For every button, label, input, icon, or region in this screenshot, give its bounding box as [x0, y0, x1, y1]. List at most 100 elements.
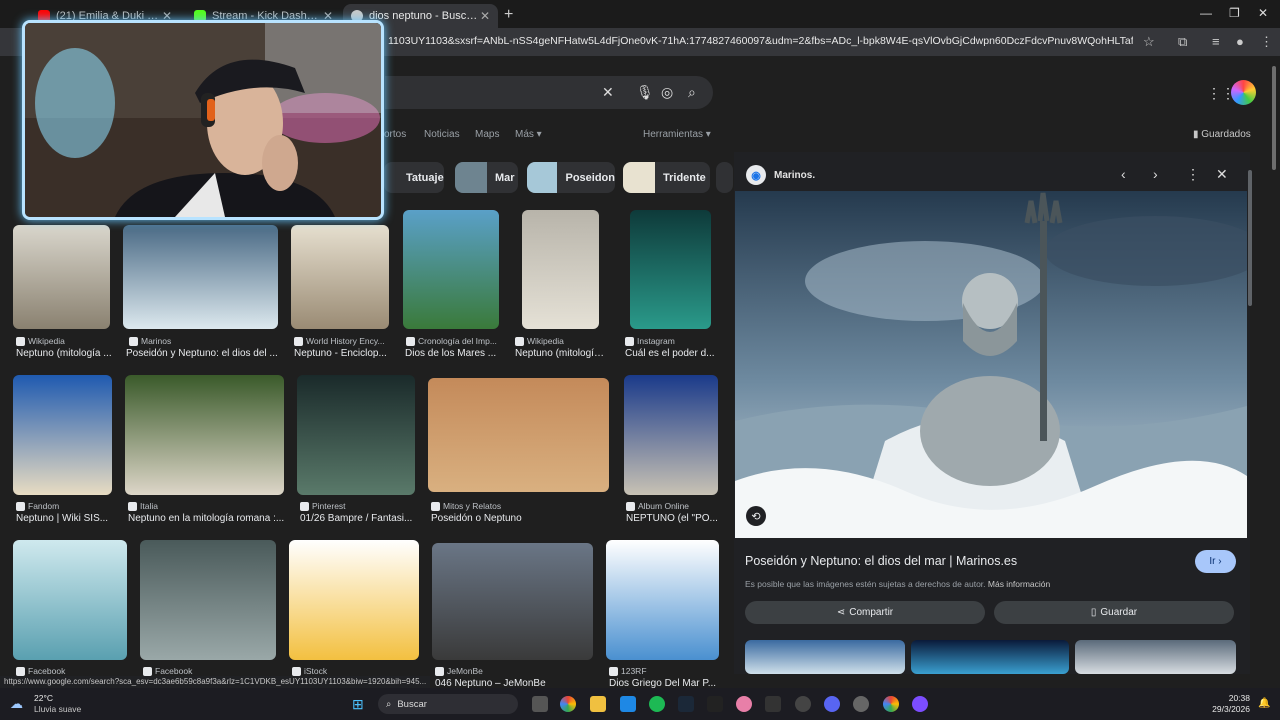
menu-icon[interactable]: ⋮ [1260, 34, 1273, 50]
taskbar-search-label: Buscar [397, 698, 427, 710]
result-image[interactable] [403, 210, 499, 329]
chrome-icon[interactable] [560, 696, 576, 712]
result-image[interactable] [125, 375, 284, 495]
result-image[interactable] [13, 225, 110, 329]
result-image[interactable] [624, 375, 718, 495]
lens-search-icon[interactable]: ⟲ [746, 506, 766, 526]
bookmark-star-icon[interactable]: ☆ [1143, 34, 1155, 50]
clock-date[interactable]: 29/3/2026 [1206, 704, 1250, 714]
discord-icon[interactable] [824, 696, 840, 712]
chip-label: Tatuaje [406, 171, 444, 184]
result-caption[interactable]: NEPTUNO (el "PO... [626, 513, 722, 524]
result-image[interactable] [630, 210, 711, 329]
previous-image-icon[interactable]: ‹ [1121, 166, 1126, 182]
tab-shorts[interactable]: ortos [384, 129, 406, 140]
more-options-icon[interactable]: ⋮ [1186, 166, 1200, 183]
maximize-button[interactable]: ❐ [1229, 6, 1240, 20]
result-caption[interactable]: Poseidón o Neptuno [431, 513, 607, 524]
store-icon[interactable] [620, 696, 636, 712]
spotify-icon[interactable] [649, 696, 665, 712]
preview-image[interactable] [735, 191, 1247, 538]
result-source: Italia [128, 501, 286, 511]
windows-start-icon[interactable]: ⊞ [352, 696, 368, 712]
result-image[interactable] [291, 225, 389, 329]
bookmark-icon: ▯ [1090, 607, 1097, 618]
result-image[interactable] [13, 375, 112, 495]
file-explorer-icon[interactable] [590, 696, 606, 712]
result-caption[interactable]: Neptuno | Wiki SIS... [16, 513, 116, 524]
lens-icon[interactable]: ◎ [661, 84, 673, 101]
result-caption[interactable]: Dios de los Mares ... [405, 348, 501, 359]
tab-maps[interactable]: Maps [475, 129, 499, 140]
tab-mas[interactable]: Más ▾ [515, 129, 542, 140]
result-caption[interactable]: Cuál es el poder d... [625, 348, 717, 359]
result-image[interactable] [432, 543, 593, 660]
panel-title[interactable]: Poseidón y Neptuno: el dios del mar | Ma… [745, 554, 1017, 568]
share-button[interactable]: ⋖ Compartir [745, 601, 985, 624]
result-caption[interactable]: Poseidón y Neptuno: el dios del ... [126, 348, 281, 359]
chrome-active-icon[interactable] [883, 696, 899, 712]
close-tab-icon[interactable]: ✕ [480, 9, 490, 23]
result-caption[interactable]: Neptuno (mitología... [515, 348, 607, 359]
app-icon[interactable] [853, 696, 869, 712]
result-image[interactable] [428, 378, 609, 492]
related-image[interactable] [911, 640, 1069, 674]
saved-button[interactable]: ▮ Guardados [1193, 129, 1251, 140]
result-image[interactable] [140, 540, 276, 660]
voice-search-icon[interactable]: 🎙 [636, 84, 654, 101]
result-source: Album Online [626, 501, 722, 511]
url-text[interactable]: 1103UY1103&sxsrf=ANbL-nSS4geNFHatw5L4dFj… [388, 35, 1133, 47]
result-caption[interactable]: Neptuno en la mitología romana :... [128, 513, 286, 524]
save-button[interactable]: ▯ Guardar [994, 601, 1234, 624]
reading-list-icon[interactable]: ≡ [1212, 34, 1220, 49]
result-caption[interactable]: Neptuno - Enciclop... [294, 348, 390, 359]
page-scrollbar[interactable] [1272, 66, 1276, 170]
weather-temperature[interactable]: 22°C [34, 693, 53, 703]
result-source: Cronología del Imp... [406, 336, 502, 346]
chip-poseidon[interactable]: Poseidon [527, 162, 615, 193]
close-window-button[interactable]: ✕ [1258, 6, 1268, 20]
tools-button[interactable]: Herramientas ▾ [643, 129, 711, 140]
result-image-selected[interactable] [123, 225, 278, 329]
panel-scrollbar[interactable] [1248, 170, 1252, 306]
notifications-icon[interactable]: 🔔 [1258, 698, 1270, 709]
chip-mar[interactable]: Mar [455, 162, 518, 193]
clock-time[interactable]: 20:38 [1226, 693, 1250, 703]
app-icon[interactable] [707, 696, 723, 712]
related-image[interactable] [1075, 640, 1236, 674]
weather-condition[interactable]: Lluvia suave [34, 704, 81, 714]
more-info-link[interactable]: Más información [988, 579, 1050, 589]
result-image[interactable] [289, 540, 419, 660]
extensions-icon[interactable]: ⧉ [1178, 34, 1187, 50]
chip-tatuaje[interactable]: Tatuaje [384, 162, 444, 193]
panel-site-header[interactable]: ◉ Marinos. [746, 165, 815, 185]
next-image-icon[interactable]: › [1153, 166, 1158, 182]
minimize-button[interactable]: — [1200, 6, 1212, 20]
result-image[interactable] [522, 210, 599, 329]
search-icon: ⌕ [386, 698, 392, 710]
profile-icon[interactable]: ● [1236, 34, 1244, 49]
visit-site-button[interactable]: Ir › [1195, 550, 1236, 573]
result-image[interactable] [297, 375, 415, 495]
chip-more[interactable] [716, 162, 733, 193]
app-icon[interactable] [912, 696, 928, 712]
result-caption[interactable]: Neptuno (mitología ... [16, 348, 116, 359]
app-icon[interactable] [736, 696, 752, 712]
app-icon[interactable] [765, 696, 781, 712]
app-icon[interactable] [795, 696, 811, 712]
result-source: Facebook [16, 666, 124, 676]
search-icon[interactable]: ⌕ [688, 84, 696, 101]
chip-tridente[interactable]: Tridente [623, 162, 710, 193]
related-image[interactable] [745, 640, 905, 674]
steam-icon[interactable] [678, 696, 694, 712]
result-image[interactable] [606, 540, 719, 660]
result-caption[interactable]: 01/26 Bampre / Fantasi... [300, 513, 416, 524]
clear-search-icon[interactable]: ✕ [602, 84, 614, 101]
result-image[interactable] [13, 540, 127, 660]
close-panel-icon[interactable]: ✕ [1216, 166, 1228, 183]
taskbar-search[interactable]: ⌕ Buscar [378, 694, 518, 714]
new-tab-button[interactable]: + [504, 6, 513, 24]
task-view-icon[interactable] [532, 696, 548, 712]
account-avatar[interactable] [1231, 80, 1256, 105]
tab-noticias[interactable]: Noticias [424, 129, 460, 140]
